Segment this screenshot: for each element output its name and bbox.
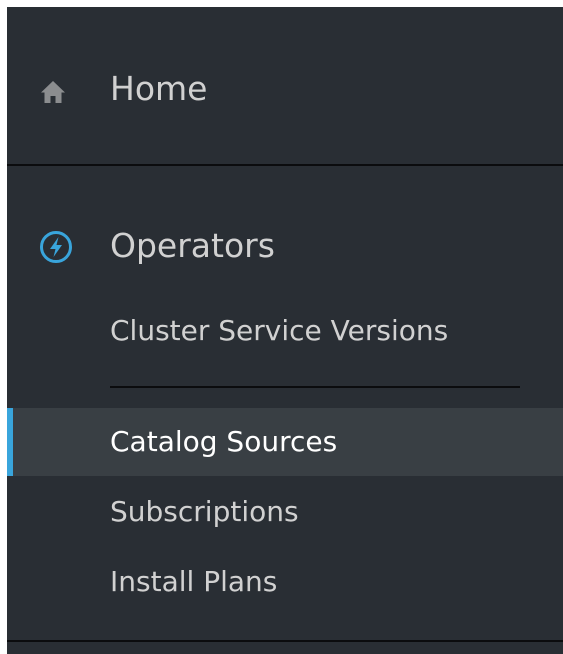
nav-item-home[interactable]: Home xyxy=(7,7,563,164)
nav-item-operators-label: Operators xyxy=(110,226,275,265)
vertical-nav: Home Operators Cluster Service Versions … xyxy=(7,7,563,654)
home-icon xyxy=(41,81,65,103)
section-divider xyxy=(7,164,563,166)
subnav-item-label: Catalog Sources xyxy=(110,425,338,458)
operators-bolt-icon xyxy=(40,231,72,263)
active-indicator xyxy=(7,408,13,476)
subnav-item-label: Install Plans xyxy=(110,565,278,598)
subnav-item-catalog-sources[interactable]: Catalog Sources xyxy=(7,408,563,476)
subnav-group-divider xyxy=(110,386,520,388)
nav-item-operators[interactable]: Operators xyxy=(7,207,563,287)
subnav-item-cluster-service-versions[interactable]: Cluster Service Versions xyxy=(7,297,563,365)
section-divider xyxy=(7,640,563,642)
subnav-item-subscriptions[interactable]: Subscriptions xyxy=(7,478,563,546)
nav-item-home-label: Home xyxy=(110,69,208,108)
subnav-item-label: Subscriptions xyxy=(110,495,299,528)
subnav-item-label: Cluster Service Versions xyxy=(110,314,449,347)
subnav-item-install-plans[interactable]: Install Plans xyxy=(7,548,563,616)
